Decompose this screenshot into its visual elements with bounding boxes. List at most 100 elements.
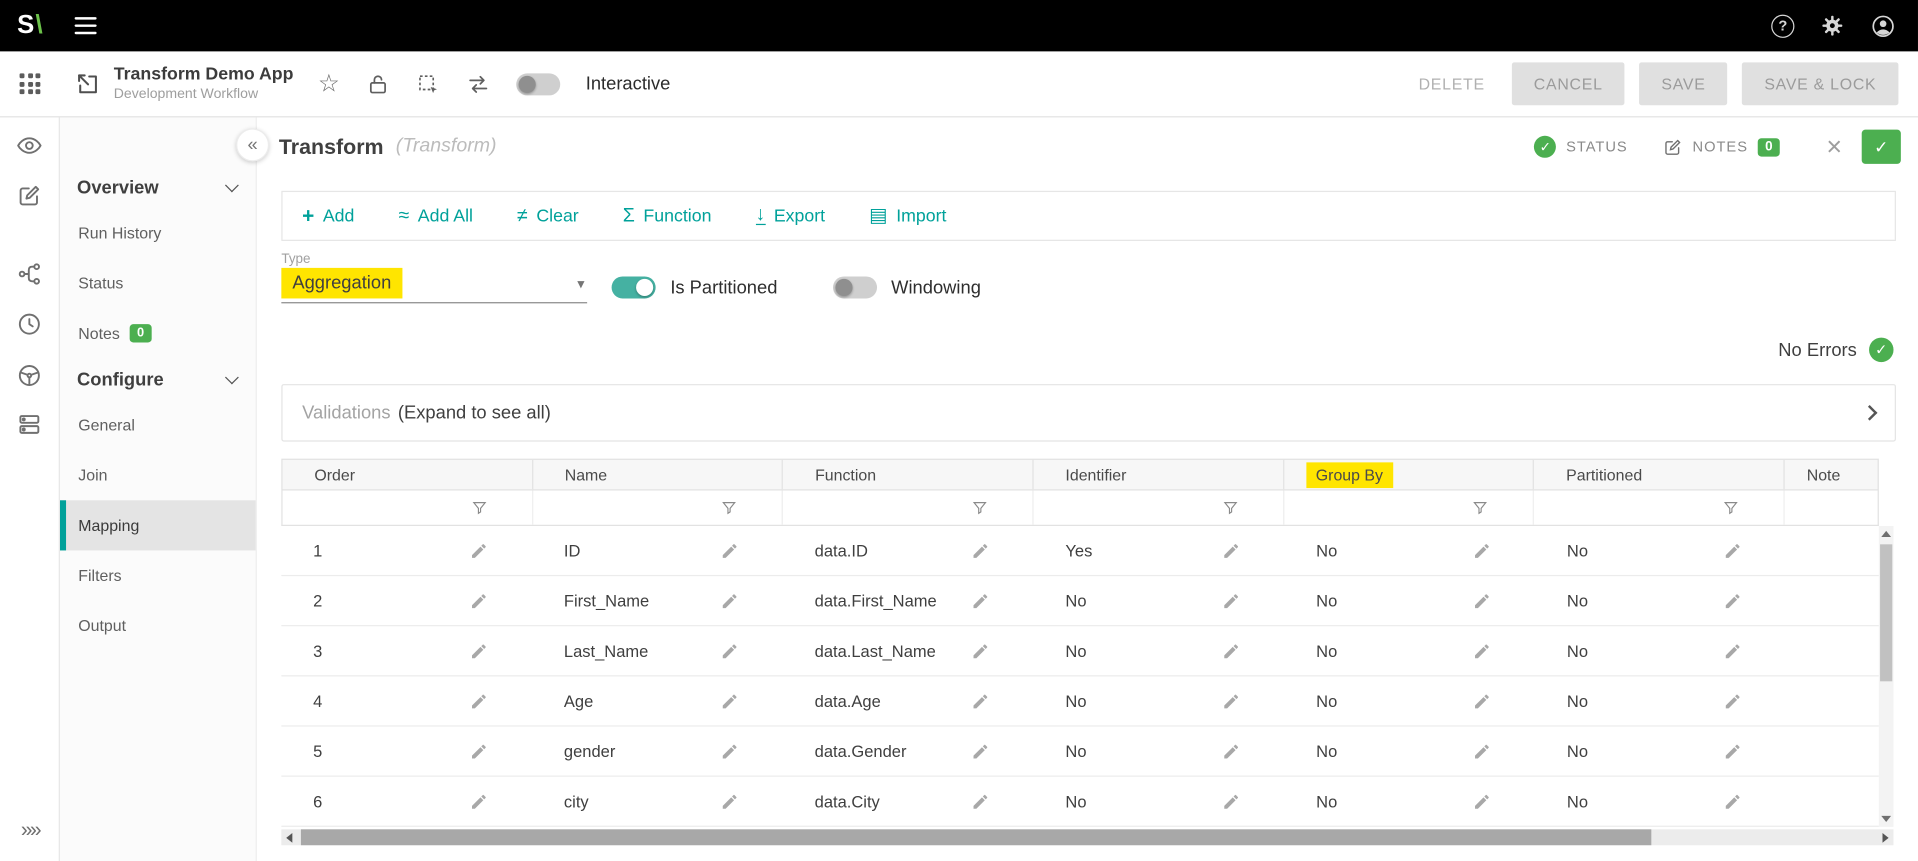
nav-section-configure[interactable]: Configure: [60, 358, 256, 400]
edit-pencil-icon[interactable]: [470, 642, 488, 660]
edit-pencil-icon[interactable]: [1222, 591, 1240, 609]
horizontal-scroll-thumb[interactable]: [301, 829, 1651, 845]
cancel-button[interactable]: CANCEL: [1512, 62, 1625, 105]
edit-pencil-icon[interactable]: [720, 541, 738, 559]
history-clock-icon[interactable]: [16, 311, 43, 338]
filter-icon[interactable]: [721, 499, 738, 516]
menu-icon[interactable]: [74, 17, 96, 34]
save-button[interactable]: SAVE: [1639, 62, 1727, 105]
type-dropdown[interactable]: Aggregation ▾: [281, 273, 587, 304]
edit-pencil-icon[interactable]: [720, 692, 738, 710]
table-row[interactable]: 4 Age data.Age No No No: [281, 676, 1878, 726]
edit-pencil-icon[interactable]: [971, 591, 989, 609]
vertical-scrollbar[interactable]: [1879, 526, 1894, 827]
edit-pencil-icon[interactable]: [720, 792, 738, 810]
sidebar-item-run-history[interactable]: Run History: [60, 208, 256, 258]
filter-icon[interactable]: [1722, 499, 1739, 516]
edit-pencil-icon[interactable]: [1473, 541, 1491, 559]
account-icon[interactable]: [1870, 13, 1896, 39]
is-partitioned-toggle[interactable]: [612, 276, 656, 298]
dashboard-gauge-icon[interactable]: [16, 362, 43, 389]
scroll-up-icon[interactable]: [1881, 531, 1891, 537]
expand-rail-icon[interactable]: »»: [0, 818, 60, 842]
favorite-star-icon[interactable]: ☆: [318, 72, 340, 96]
scroll-right-icon[interactable]: [1883, 832, 1889, 842]
edit-pencil-icon[interactable]: [1473, 792, 1491, 810]
vertical-scroll-thumb[interactable]: [1880, 544, 1892, 681]
filter-icon[interactable]: [471, 499, 488, 516]
edit-pencil-icon[interactable]: [1723, 541, 1741, 559]
table-row[interactable]: 5 gender data.Gender No No No: [281, 727, 1878, 777]
sidebar-item-mapping[interactable]: Mapping: [60, 500, 256, 550]
edit-pencil-icon[interactable]: [1723, 642, 1741, 660]
notes-button[interactable]: NOTES 0: [1662, 136, 1780, 157]
add-button[interactable]: + Add: [302, 205, 354, 226]
edit-pencil-icon[interactable]: [470, 792, 488, 810]
stack-icon[interactable]: [16, 411, 43, 438]
help-icon[interactable]: ?: [1771, 14, 1794, 37]
save-and-lock-button[interactable]: SAVE & LOCK: [1742, 62, 1898, 105]
delete-button[interactable]: DELETE: [1406, 64, 1497, 104]
scroll-down-icon[interactable]: [1881, 816, 1891, 822]
sidebar-item-notes[interactable]: Notes 0: [60, 308, 256, 358]
sidebar-item-status[interactable]: Status: [60, 258, 256, 308]
edit-pencil-icon[interactable]: [1473, 692, 1491, 710]
edit-pencil-icon[interactable]: [1222, 541, 1240, 559]
edit-pencil-icon[interactable]: [720, 642, 738, 660]
windowing-toggle[interactable]: [832, 276, 876, 298]
sidebar-item-output[interactable]: Output: [60, 601, 256, 651]
edit-pencil-icon[interactable]: [470, 742, 488, 760]
add-all-button[interactable]: ≈ Add All: [398, 206, 473, 226]
edit-icon[interactable]: [16, 182, 43, 209]
filter-icon[interactable]: [971, 499, 988, 516]
collapse-panel-button[interactable]: «: [236, 128, 269, 161]
table-row[interactable]: 6 city data.City No No No: [281, 777, 1878, 827]
edit-pencil-icon[interactable]: [1222, 642, 1240, 660]
edit-pencil-icon[interactable]: [1222, 692, 1240, 710]
edit-pencil-icon[interactable]: [470, 591, 488, 609]
view-eye-icon[interactable]: [16, 132, 43, 159]
clear-button[interactable]: ≠ Clear: [517, 206, 579, 226]
edit-pencil-icon[interactable]: [971, 792, 989, 810]
apps-grid-icon[interactable]: [0, 73, 60, 94]
status-button[interactable]: ✓ STATUS: [1534, 136, 1627, 158]
select-region-icon[interactable]: [416, 72, 440, 96]
edit-pencil-icon[interactable]: [720, 591, 738, 609]
filter-icon[interactable]: [1472, 499, 1489, 516]
table-row[interactable]: 1 ID data.ID Yes No No: [281, 526, 1878, 576]
filter-icon[interactable]: [1222, 499, 1239, 516]
sidebar-item-filters[interactable]: Filters: [60, 550, 256, 600]
gear-icon[interactable]: [1820, 13, 1844, 37]
horizontal-scrollbar[interactable]: [281, 829, 1893, 845]
edit-pencil-icon[interactable]: [1222, 792, 1240, 810]
pipeline-icon[interactable]: [16, 261, 43, 288]
unlock-icon[interactable]: [366, 72, 390, 96]
scroll-left-icon[interactable]: [286, 832, 292, 842]
sidebar-item-general[interactable]: General: [60, 400, 256, 450]
edit-pencil-icon[interactable]: [971, 541, 989, 559]
edit-pencil-icon[interactable]: [470, 541, 488, 559]
edit-pencil-icon[interactable]: [1222, 742, 1240, 760]
table-row[interactable]: 2 First_Name data.First_Name No No No: [281, 576, 1878, 626]
edit-pencil-icon[interactable]: [971, 642, 989, 660]
table-row[interactable]: 3 Last_Name data.Last_Name No No No: [281, 626, 1878, 676]
edit-pencil-icon[interactable]: [1473, 742, 1491, 760]
edit-pencil-icon[interactable]: [1723, 591, 1741, 609]
edit-pencil-icon[interactable]: [720, 742, 738, 760]
nav-section-overview[interactable]: Overview: [60, 166, 256, 208]
close-icon[interactable]: ×: [1826, 133, 1842, 160]
edit-pencil-icon[interactable]: [470, 692, 488, 710]
validations-expander[interactable]: Validations (Expand to see all): [281, 384, 1896, 441]
swap-icon[interactable]: [466, 72, 490, 96]
navigate-back-icon[interactable]: [75, 70, 102, 97]
edit-pencil-icon[interactable]: [1723, 692, 1741, 710]
confirm-check-button[interactable]: ✓: [1862, 130, 1901, 164]
edit-pencil-icon[interactable]: [1473, 642, 1491, 660]
sidebar-item-join[interactable]: Join: [60, 450, 256, 500]
edit-pencil-icon[interactable]: [971, 742, 989, 760]
export-button[interactable]: ↓ Export: [755, 206, 825, 226]
function-button[interactable]: Σ Function: [623, 206, 712, 226]
edit-pencil-icon[interactable]: [1473, 591, 1491, 609]
import-button[interactable]: ▤ Import: [869, 206, 946, 226]
edit-pencil-icon[interactable]: [1723, 742, 1741, 760]
